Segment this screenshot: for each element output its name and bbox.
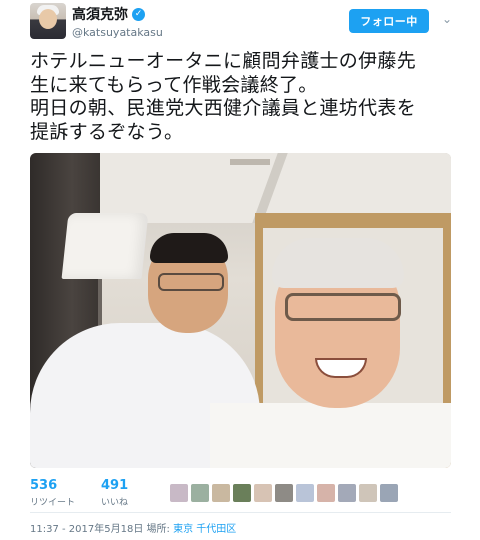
avatar-face <box>39 9 57 29</box>
verified-icon: ✓ <box>132 7 145 21</box>
like-stat[interactable]: 491 いいね <box>101 478 128 514</box>
avatar[interactable] <box>30 3 66 39</box>
liker-avatar[interactable] <box>170 484 188 502</box>
retweet-stat[interactable]: 536 リツイート <box>30 478 75 514</box>
liker-avatar[interactable] <box>233 484 251 502</box>
photo-person-right-hair <box>272 238 404 288</box>
chevron-down-icon[interactable]: ⌄ <box>440 12 454 26</box>
photo-person-left-hair <box>150 233 228 263</box>
retweet-label: リツイート <box>30 498 76 508</box>
tweet-meta: 11:37 - 2017年5月18日 場所: 東京 千代田区 <box>30 520 236 535</box>
display-name[interactable]: 高須克弥 ✓ <box>72 4 145 24</box>
tweet-timestamp[interactable]: 11:37 - 2017年5月18日 <box>30 524 143 535</box>
tweet-header: 高須克弥 ✓ @katsuyatakasu フォロー中 ⌄ <box>0 0 480 44</box>
like-count: 491 <box>101 478 129 493</box>
follow-button[interactable]: フォロー中 <box>349 9 429 33</box>
liker-avatar[interactable] <box>296 484 314 502</box>
photo-lampshade <box>61 213 149 279</box>
tweet-photo[interactable] <box>30 153 451 468</box>
photo-person-left-glasses <box>158 273 224 291</box>
location-label: 場所: <box>146 524 170 535</box>
photo-person-right-shirt <box>210 403 451 468</box>
location-link[interactable]: 東京 千代田区 <box>173 524 236 535</box>
retweet-count: 536 <box>30 478 58 493</box>
liker-avatar[interactable] <box>275 484 293 502</box>
tweet-stats: 536 リツイート 491 いいね <box>30 478 128 514</box>
like-label: いいね <box>101 498 129 508</box>
liker-avatar[interactable] <box>212 484 230 502</box>
photo-person-right-glasses <box>285 293 401 321</box>
tweet-text: ホテルニューオータニに顧問弁護士の伊藤先 生に来てもらって作戦会議終了。 明日の… <box>30 50 417 143</box>
liker-avatar[interactable] <box>380 484 398 502</box>
divider <box>30 512 451 513</box>
display-name-text: 高須克弥 <box>72 7 128 23</box>
liker-avatar[interactable] <box>254 484 272 502</box>
liker-avatars <box>170 484 398 502</box>
user-handle: @katsuyatakasu <box>72 26 163 39</box>
liker-avatar[interactable] <box>317 484 335 502</box>
liker-avatar[interactable] <box>338 484 356 502</box>
photo-vent <box>230 159 270 165</box>
liker-avatar[interactable] <box>359 484 377 502</box>
liker-avatar[interactable] <box>191 484 209 502</box>
user-name-block[interactable]: 高須克弥 ✓ @katsuyatakasu <box>72 4 163 39</box>
